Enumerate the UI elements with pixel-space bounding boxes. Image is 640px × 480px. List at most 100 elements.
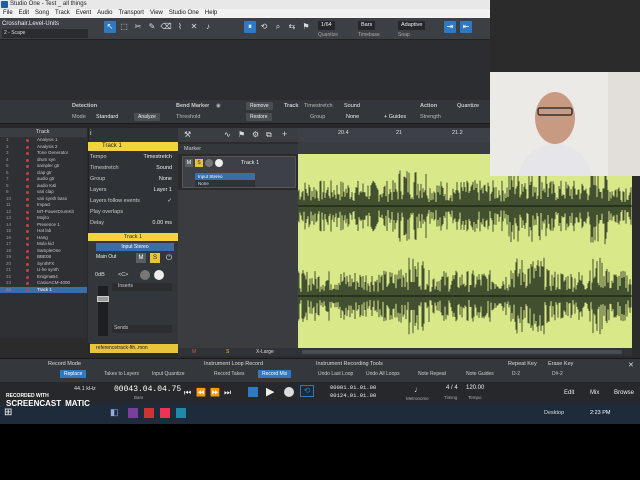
play-overlaps-row[interactable]: Play overlaps: [90, 208, 176, 217]
forward-end-icon[interactable]: ⏭: [224, 388, 231, 398]
volume-fader-handle[interactable]: [97, 296, 109, 302]
marker-icon[interactable]: ⚑: [300, 21, 312, 33]
remove-button[interactable]: Remove: [246, 102, 273, 110]
track-output[interactable]: None: [195, 180, 255, 187]
timebase-value[interactable]: Bars: [358, 21, 376, 30]
repeat-key-value[interactable]: D-2: [508, 370, 524, 378]
timing-value[interactable]: 4 / 4: [446, 385, 458, 391]
quantize-action[interactable]: Quantize: [457, 103, 479, 109]
onenote-icon[interactable]: [128, 408, 138, 418]
mix-button[interactable]: Mix: [590, 390, 599, 396]
bend-marker-active-icon[interactable]: ⏸: [244, 21, 256, 33]
eye-icon[interactable]: ◉: [216, 103, 221, 109]
quantize-value[interactable]: 1/64: [318, 21, 335, 30]
guides-toggle[interactable]: + Guides: [384, 114, 406, 120]
tempo-value[interactable]: Timestretch: [143, 153, 172, 162]
channel-input[interactable]: Input Stereo: [96, 243, 174, 251]
record-button[interactable]: [284, 387, 294, 397]
sound-value[interactable]: Sound: [344, 103, 360, 109]
track-input[interactable]: Input Stereo: [195, 173, 255, 180]
scene-select[interactable]: 2 - Scape: [2, 29, 88, 38]
inspector-track-name[interactable]: Track 1: [88, 142, 178, 151]
zoom-icon[interactable]: ⌕: [272, 21, 284, 33]
forward-icon[interactable]: ⏩: [210, 388, 220, 397]
track-header[interactable]: M S Track 1 Input Stereo None: [182, 156, 296, 188]
record-mix-button[interactable]: Record Mix: [258, 370, 292, 378]
metronome-icon[interactable]: ♩: [414, 385, 422, 394]
pencil-tool-icon[interactable]: ✎: [146, 21, 158, 33]
layers-follow-row[interactable]: Layers follow events ✓: [90, 197, 176, 206]
info-icon[interactable]: i: [90, 130, 96, 138]
track-list-item[interactable]: 24 Track 1: [0, 286, 87, 293]
rewind-icon[interactable]: ⏪: [196, 388, 206, 397]
settings-icon[interactable]: ⚙: [252, 130, 259, 139]
stop-button[interactable]: [248, 387, 258, 397]
sync-icon[interactable]: ⇆: [286, 21, 298, 33]
erase-key-value[interactable]: D#-2: [548, 370, 567, 378]
bend-tool-icon[interactable]: ⌇: [174, 21, 186, 33]
browse-button[interactable]: Browse: [614, 390, 634, 396]
menu-track[interactable]: Track: [55, 9, 70, 18]
track-monitor-icon[interactable]: [215, 159, 223, 167]
menu-event[interactable]: Event: [76, 9, 91, 18]
horizontal-scrollbar[interactable]: [302, 350, 622, 354]
restore-button[interactable]: Restore: [246, 113, 272, 121]
undo-all-loops-button[interactable]: Undo All Loops: [362, 370, 404, 378]
power-icon[interactable]: ⏻: [164, 253, 174, 263]
undo-last-loop-button[interactable]: Undo Last Loop: [314, 370, 357, 378]
record-arm-icon[interactable]: [140, 270, 150, 280]
rewind-start-icon[interactable]: ⏮: [184, 388, 191, 398]
menu-studio-one[interactable]: Studio One: [169, 9, 199, 18]
tempo-value[interactable]: 120.00: [466, 385, 484, 391]
menu-song[interactable]: Song: [35, 9, 49, 18]
menu-file[interactable]: File: [3, 9, 13, 18]
pan-value[interactable]: <C>: [118, 272, 138, 280]
split-tool-icon[interactable]: ✂: [132, 21, 144, 33]
grid-toggle-icon[interactable]: ⇤: [460, 21, 472, 33]
sends-section[interactable]: Sends: [112, 325, 172, 333]
desktop-toolbar[interactable]: Desktop: [544, 410, 564, 416]
group-value[interactable]: None: [346, 114, 359, 120]
taskbar-app3-icon[interactable]: [160, 408, 170, 418]
checkmark-icon[interactable]: ✓: [167, 197, 172, 206]
loop-tool-icon[interactable]: ⟲: [258, 21, 270, 33]
menu-help[interactable]: Help: [205, 9, 217, 18]
input-quantize-button[interactable]: Input Quantize: [148, 370, 189, 378]
reference-track[interactable]: referencetrack-fth..mon: [90, 344, 178, 353]
record-takes-button[interactable]: Record Takes: [210, 370, 248, 378]
close-icon[interactable]: ✕: [628, 361, 634, 369]
menu-edit[interactable]: Edit: [19, 9, 29, 18]
taskbar-app4-icon[interactable]: [176, 408, 186, 418]
menu-audio[interactable]: Audio: [97, 9, 112, 18]
play-icon[interactable]: ▶: [266, 385, 274, 398]
range-tool-icon[interactable]: ⬚: [118, 21, 130, 33]
note-guides-button[interactable]: Note Guides: [462, 370, 498, 378]
edit-button[interactable]: Edit: [564, 390, 574, 396]
track-record-icon[interactable]: [205, 159, 213, 167]
inserts-section[interactable]: Inserts: [112, 283, 172, 291]
mode-value[interactable]: Standard: [96, 114, 118, 120]
track-mute-button[interactable]: M: [185, 159, 193, 167]
listen-tool-icon[interactable]: ♪: [202, 21, 214, 33]
track-header-name[interactable]: Track 1: [241, 160, 259, 166]
note-repeat-button[interactable]: Note Repeat: [414, 370, 450, 378]
eraser-tool-icon[interactable]: ⌫: [160, 21, 172, 33]
mute-tool-icon[interactable]: ✕: [188, 21, 200, 33]
solo-button[interactable]: S: [150, 253, 160, 263]
add-track-icon[interactable]: +: [282, 129, 287, 139]
timestretch-value[interactable]: Sound: [156, 164, 172, 173]
mute-button[interactable]: M: [136, 253, 146, 263]
delay-value[interactable]: 0.00 ms: [152, 219, 172, 228]
copy-icon[interactable]: ⧉: [266, 130, 272, 140]
replace-button[interactable]: Replace: [60, 370, 87, 378]
menu-transport[interactable]: Transport: [119, 9, 144, 18]
footer-mute[interactable]: M: [192, 349, 196, 355]
menu-view[interactable]: View: [150, 9, 163, 18]
timeline-ruler[interactable]: 20.4 21 21.2: [298, 128, 490, 142]
footer-solo[interactable]: S: [226, 349, 229, 355]
marker-lane[interactable]: [298, 142, 490, 154]
audio-event[interactable]: [297, 154, 632, 350]
layers-value[interactable]: Layer 1: [154, 186, 172, 195]
loop-end[interactable]: 00124.01.01.00: [330, 392, 376, 399]
size-select[interactable]: X-Large: [256, 349, 274, 355]
